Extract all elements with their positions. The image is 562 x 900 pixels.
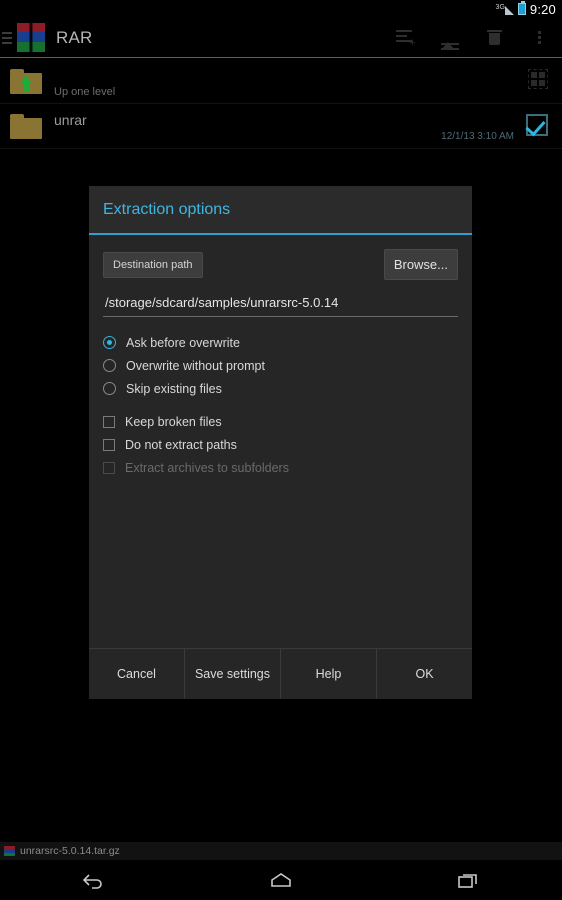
- list-item-label: Up one level: [54, 86, 116, 98]
- cancel-button[interactable]: Cancel: [89, 649, 185, 699]
- overflow-menu-button[interactable]: [517, 18, 562, 58]
- rar-file-icon: [4, 846, 15, 856]
- extract-button[interactable]: [427, 18, 472, 58]
- delete-button[interactable]: [472, 18, 517, 58]
- select-all-grid-icon[interactable]: [528, 69, 548, 89]
- dialog-title: Extraction options: [103, 200, 231, 218]
- destination-path-input[interactable]: [103, 292, 458, 317]
- destination-path-button[interactable]: Destination path: [103, 251, 203, 278]
- nav-recents-button[interactable]: [433, 860, 503, 900]
- unchecked-checkbox-icon: [103, 415, 115, 428]
- overwrite-options-group: Ask before overwrite Overwrite without p…: [103, 331, 458, 400]
- checkbox-keep-broken-files[interactable]: Keep broken files: [103, 410, 458, 433]
- nav-recents-icon: [458, 874, 478, 888]
- app-title: RAR: [56, 27, 93, 47]
- option-label: Keep broken files: [125, 414, 222, 429]
- network-type-label: 3G: [495, 3, 505, 11]
- signal-bars-icon: [504, 5, 514, 15]
- ok-button[interactable]: OK: [377, 649, 472, 699]
- option-label: Ask before overwrite: [126, 335, 240, 350]
- nav-home-button[interactable]: [246, 860, 316, 900]
- radio-overwrite-without-prompt[interactable]: Overwrite without prompt: [103, 354, 458, 377]
- nav-home-icon: [271, 873, 291, 887]
- add-to-archive-button[interactable]: +: [382, 18, 427, 58]
- status-clock: 9:20: [529, 1, 556, 17]
- list-item-date: 12/1/13 3:10 AM: [441, 131, 514, 142]
- radio-unselected-icon: [103, 359, 116, 372]
- app-action-bar: RAR +: [0, 18, 562, 58]
- system-status-bar: 3G 9:20: [0, 0, 562, 18]
- help-button[interactable]: Help: [281, 649, 377, 699]
- extraction-options-dialog: Extraction options Destination path Brow…: [89, 186, 472, 699]
- extraction-checkboxes-group: Keep broken files Do not extract paths E…: [103, 410, 458, 479]
- folder-icon: [10, 113, 42, 139]
- list-item[interactable]: Up one level: [0, 59, 562, 104]
- list-item-label: unrar: [54, 112, 87, 128]
- save-settings-button[interactable]: Save settings: [185, 649, 281, 699]
- folder-up-icon: [10, 68, 42, 94]
- current-archive-status-bar: unrarsrc-5.0.14.tar.gz: [0, 842, 562, 860]
- delete-icon: [487, 30, 502, 45]
- android-screen: 3G 9:20 RAR + Up one level unrar 12/1/13…: [0, 0, 562, 900]
- checkbox-extract-archives-to-subfolders: Extract archives to subfolders: [103, 456, 458, 479]
- dialog-footer: Cancel Save settings Help OK: [89, 648, 472, 699]
- unchecked-checkbox-icon: [103, 461, 115, 474]
- checkbox-do-not-extract-paths[interactable]: Do not extract paths: [103, 433, 458, 456]
- radio-ask-before-overwrite[interactable]: Ask before overwrite: [103, 331, 458, 354]
- unchecked-checkbox-icon: [103, 438, 115, 451]
- system-navigation-bar: [0, 860, 562, 900]
- dialog-body: Destination path Browse... Ask before ov…: [89, 235, 472, 646]
- radio-unselected-icon: [103, 382, 116, 395]
- overflow-menu-icon: [538, 31, 541, 44]
- radio-selected-icon: [103, 336, 116, 349]
- nav-back-button[interactable]: [59, 860, 129, 900]
- option-label: Do not extract paths: [125, 437, 237, 452]
- rar-app-icon[interactable]: [17, 22, 45, 53]
- file-list: Up one level unrar 12/1/13 3:10 AM: [0, 59, 562, 149]
- current-archive-name: unrarsrc-5.0.14.tar.gz: [20, 845, 120, 857]
- list-item[interactable]: unrar 12/1/13 3:10 AM: [0, 104, 562, 149]
- network-status: 3G: [496, 4, 514, 15]
- browse-button[interactable]: Browse...: [383, 249, 458, 280]
- option-label: Extract archives to subfolders: [125, 460, 289, 475]
- option-label: Overwrite without prompt: [126, 358, 265, 373]
- battery-icon: [517, 1, 526, 15]
- action-bar-buttons: +: [382, 18, 562, 58]
- add-to-archive-icon: +: [395, 29, 416, 48]
- radio-skip-existing-files[interactable]: Skip existing files: [103, 377, 458, 400]
- nav-back-icon: [82, 874, 102, 889]
- destination-path-row: Destination path Browse...: [103, 249, 458, 280]
- dialog-header: Extraction options: [89, 186, 472, 235]
- drawer-menu-icon[interactable]: [2, 31, 14, 44]
- option-label: Skip existing files: [126, 381, 222, 396]
- checked-checkbox-icon[interactable]: [526, 114, 548, 136]
- extract-icon: [440, 24, 459, 51]
